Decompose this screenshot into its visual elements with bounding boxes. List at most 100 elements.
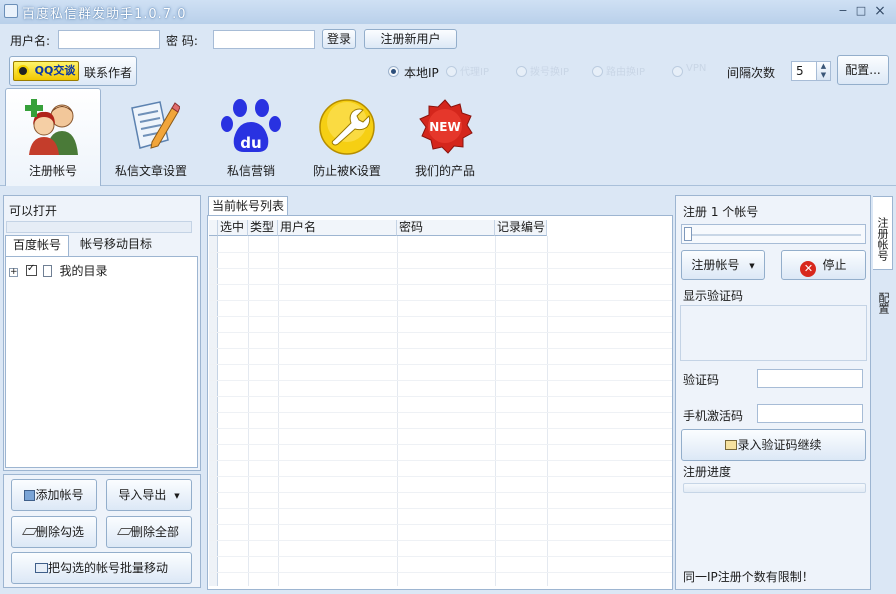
- chevron-down-icon: ▼: [749, 262, 755, 270]
- radio-option-4[interactable]: [672, 66, 683, 77]
- tab-message-article[interactable]: 私信文章设置: [101, 88, 201, 186]
- column-record-id[interactable]: 记录编号: [495, 220, 547, 236]
- grid-row-line: [209, 524, 672, 525]
- minimize-button[interactable]: −: [835, 3, 851, 19]
- batch-move-button[interactable]: 把勾选的帐号批量移动: [11, 552, 192, 584]
- tab-anti-ban-settings-label: 防止被K设置: [313, 164, 381, 178]
- grid-row-line: [209, 364, 672, 365]
- tab-message-article-label: 私信文章设置: [114, 164, 187, 178]
- password-input[interactable]: [213, 30, 315, 49]
- stop-button[interactable]: ✕ 停止: [781, 250, 866, 280]
- tab-baidu-accounts[interactable]: 百度帐号: [5, 235, 69, 256]
- grid-line: [547, 236, 548, 586]
- password-label: 密 码:: [166, 34, 198, 48]
- tree-expand-icon[interactable]: +: [9, 268, 18, 277]
- contact-author-button[interactable]: QQ交谈 联系作者: [9, 56, 137, 86]
- register-count-slider[interactable]: [681, 224, 866, 244]
- chevron-down-icon: ▼: [174, 492, 180, 500]
- username-label: 用户名:: [10, 34, 51, 48]
- side-tab-register-account[interactable]: 注册帐号: [873, 196, 893, 270]
- tab-move-target[interactable]: 帐号移动目标: [71, 235, 161, 256]
- sms-code-label: 手机激活码: [683, 409, 744, 423]
- stop-icon: ✕: [800, 261, 817, 277]
- title-bar: 百度私信群发助手1.0.7.0 − □ ×: [0, 0, 896, 24]
- import-export-button[interactable]: 导入导出 ▼: [106, 479, 192, 511]
- captcha-input[interactable]: [757, 369, 863, 388]
- column-selected[interactable]: 选中: [218, 220, 248, 236]
- submit-captcha-button[interactable]: 录入验证码继续: [681, 429, 866, 461]
- tab-register-account[interactable]: 注册帐号: [5, 88, 101, 186]
- interval-stepper[interactable]: 5 ▲ ▼: [791, 61, 831, 81]
- radio-option-3-label: 路由换IP: [606, 67, 645, 78]
- close-button[interactable]: ×: [872, 3, 888, 19]
- grid-row-line: [209, 316, 672, 317]
- tab-our-products[interactable]: NEW 我们的产品: [395, 88, 495, 186]
- radio-option-2[interactable]: [516, 66, 527, 77]
- username-input[interactable]: [58, 30, 160, 49]
- tab-anti-ban-settings[interactable]: 防止被K设置: [297, 88, 397, 186]
- login-button[interactable]: 登录: [322, 29, 356, 49]
- progress-label: 注册进度: [683, 465, 732, 479]
- captcha-label: 验证码: [683, 373, 720, 387]
- save-icon: [24, 490, 36, 501]
- baidu-paw-icon: du: [221, 99, 281, 152]
- radio-option-3[interactable]: [592, 66, 603, 77]
- grid-line: [495, 236, 496, 586]
- grid-row-line: [209, 252, 672, 253]
- grid-line: [248, 236, 249, 586]
- grid-row-line: [209, 460, 672, 461]
- tab-message-marketing-label: 私信营销: [226, 164, 275, 178]
- app-icon: [4, 4, 18, 18]
- register-progress-bar: [683, 483, 866, 493]
- add-account-button[interactable]: 添加帐号: [11, 479, 97, 511]
- radio-option-2-label: 拨号换IP: [530, 67, 569, 78]
- register-account-button[interactable]: 注册帐号 ▼: [681, 250, 765, 280]
- interval-label: 间隔次数: [727, 66, 776, 80]
- move-icon: [34, 563, 48, 573]
- slider-thumb[interactable]: [684, 227, 692, 241]
- ip-limit-notice: 同一IP注册个数有限制！: [683, 570, 814, 584]
- column-username[interactable]: 用户名: [278, 220, 397, 236]
- side-tab-config[interactable]: 配置: [873, 272, 893, 324]
- account-grid[interactable]: [207, 215, 673, 590]
- stepper-arrows[interactable]: ▲ ▼: [816, 62, 830, 80]
- column-password[interactable]: 密码: [397, 220, 495, 236]
- radio-local-ip[interactable]: [388, 66, 399, 77]
- delete-all-button[interactable]: 删除全部: [106, 516, 192, 548]
- account-tree[interactable]: [5, 256, 198, 468]
- wrench-icon: [319, 99, 375, 155]
- grid-row-line: [209, 396, 672, 397]
- tree-root-checkbox[interactable]: [25, 263, 37, 276]
- grid-row-line: [209, 412, 672, 413]
- tab-current-account-list[interactable]: 当前帐号列表: [208, 196, 288, 216]
- qq-penguin-icon: [17, 65, 29, 77]
- grid-row-line: [209, 508, 672, 509]
- config-button[interactable]: 配置...: [837, 55, 889, 85]
- stepper-up-icon[interactable]: ▲: [817, 62, 830, 71]
- interval-value: 5: [796, 64, 804, 78]
- column-type[interactable]: 类型: [248, 220, 278, 236]
- register-count-label: 注册 1 个帐号: [683, 205, 759, 219]
- tree-root[interactable]: + 我的目录: [9, 262, 108, 279]
- captcha-display-label: 显示验证码: [683, 289, 744, 303]
- sms-code-input[interactable]: [757, 404, 863, 423]
- pencil-icon: [725, 440, 738, 450]
- grid-row-line: [209, 476, 672, 477]
- contact-author-label: 联系作者: [84, 66, 133, 80]
- grid-row-line: [209, 268, 672, 269]
- register-new-user-button[interactable]: 注册新用户: [364, 29, 457, 49]
- grid-row-line: [209, 428, 672, 429]
- grid-row-line: [209, 332, 672, 333]
- tab-register-account-label: 注册帐号: [28, 164, 77, 178]
- maximize-button[interactable]: □: [853, 3, 869, 19]
- grid-row-line: [209, 492, 672, 493]
- new-badge-icon: NEW: [419, 99, 473, 154]
- folder-icon: [42, 265, 52, 277]
- stepper-down-icon[interactable]: ▼: [817, 71, 830, 80]
- delete-checked-button[interactable]: 删除勾选: [11, 516, 97, 548]
- tab-message-marketing[interactable]: du 私信营销: [201, 88, 301, 186]
- grid-row-line: [209, 572, 672, 573]
- left-panel-header: 可以打开: [9, 204, 58, 218]
- radio-option-1[interactable]: [446, 66, 457, 77]
- grid-line: [397, 236, 398, 586]
